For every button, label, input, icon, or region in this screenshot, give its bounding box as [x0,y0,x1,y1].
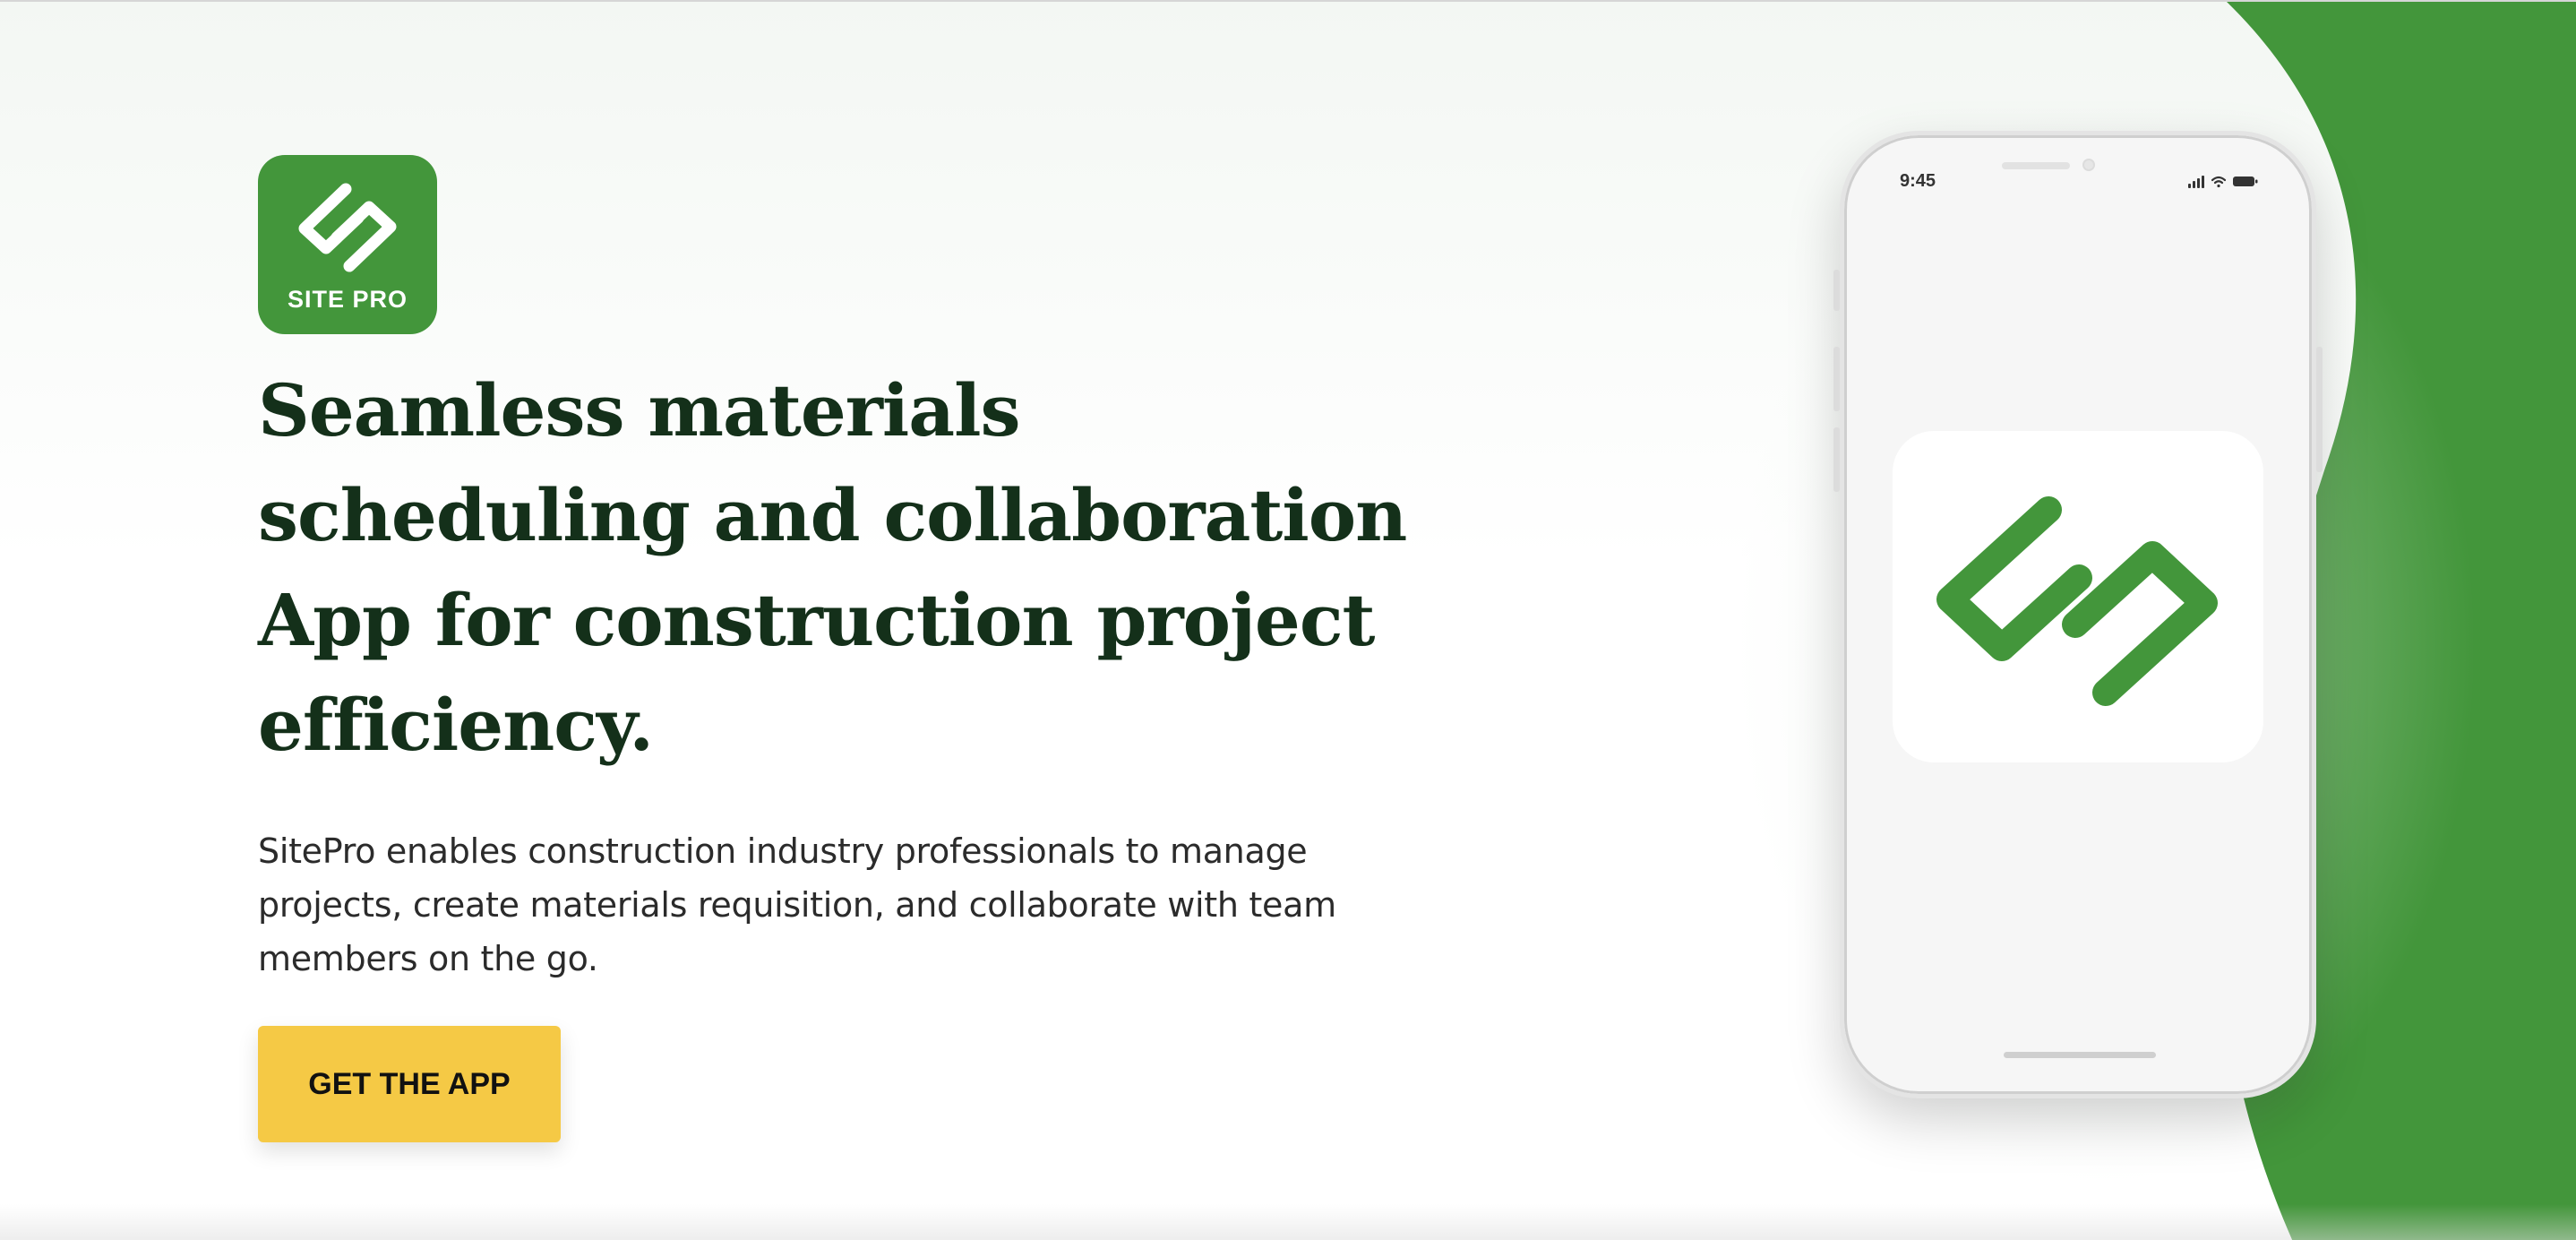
battery-icon [2233,177,2258,186]
sitepro-logo-icon [298,183,397,272]
status-bar-icons [2188,176,2258,188]
wifi-icon [2211,176,2227,188]
phone-camera [2082,159,2095,171]
phone-side-button [1833,270,1840,311]
phone-power-button [2316,347,2323,472]
hero-headline: Seamless materials scheduling and collab… [258,368,1407,767]
logo-wordmark: SITE PRO [287,286,408,313]
home-indicator [2004,1052,2156,1058]
sitepro-logo-icon [1936,496,2218,706]
phone-volume-down-button [1833,427,1840,492]
phone-volume-up-button [1833,347,1840,411]
bottom-edge-shade [0,1204,2576,1240]
status-time: 9:45 [1900,171,1936,191]
phone-speaker [2002,162,2070,169]
app-icon-tile [1893,431,2263,762]
get-the-app-button[interactable]: GET THE APP [258,1026,561,1142]
hero-description: SitePro enables construction industry pr… [258,831,1336,978]
signal-icon [2188,176,2204,188]
phone-mockup: 9:45 [1833,131,2323,1098]
landing-hero: SITE PRO Seamless materials scheduling a… [0,0,2576,1240]
sitepro-logo-badge[interactable]: SITE PRO [258,155,437,334]
